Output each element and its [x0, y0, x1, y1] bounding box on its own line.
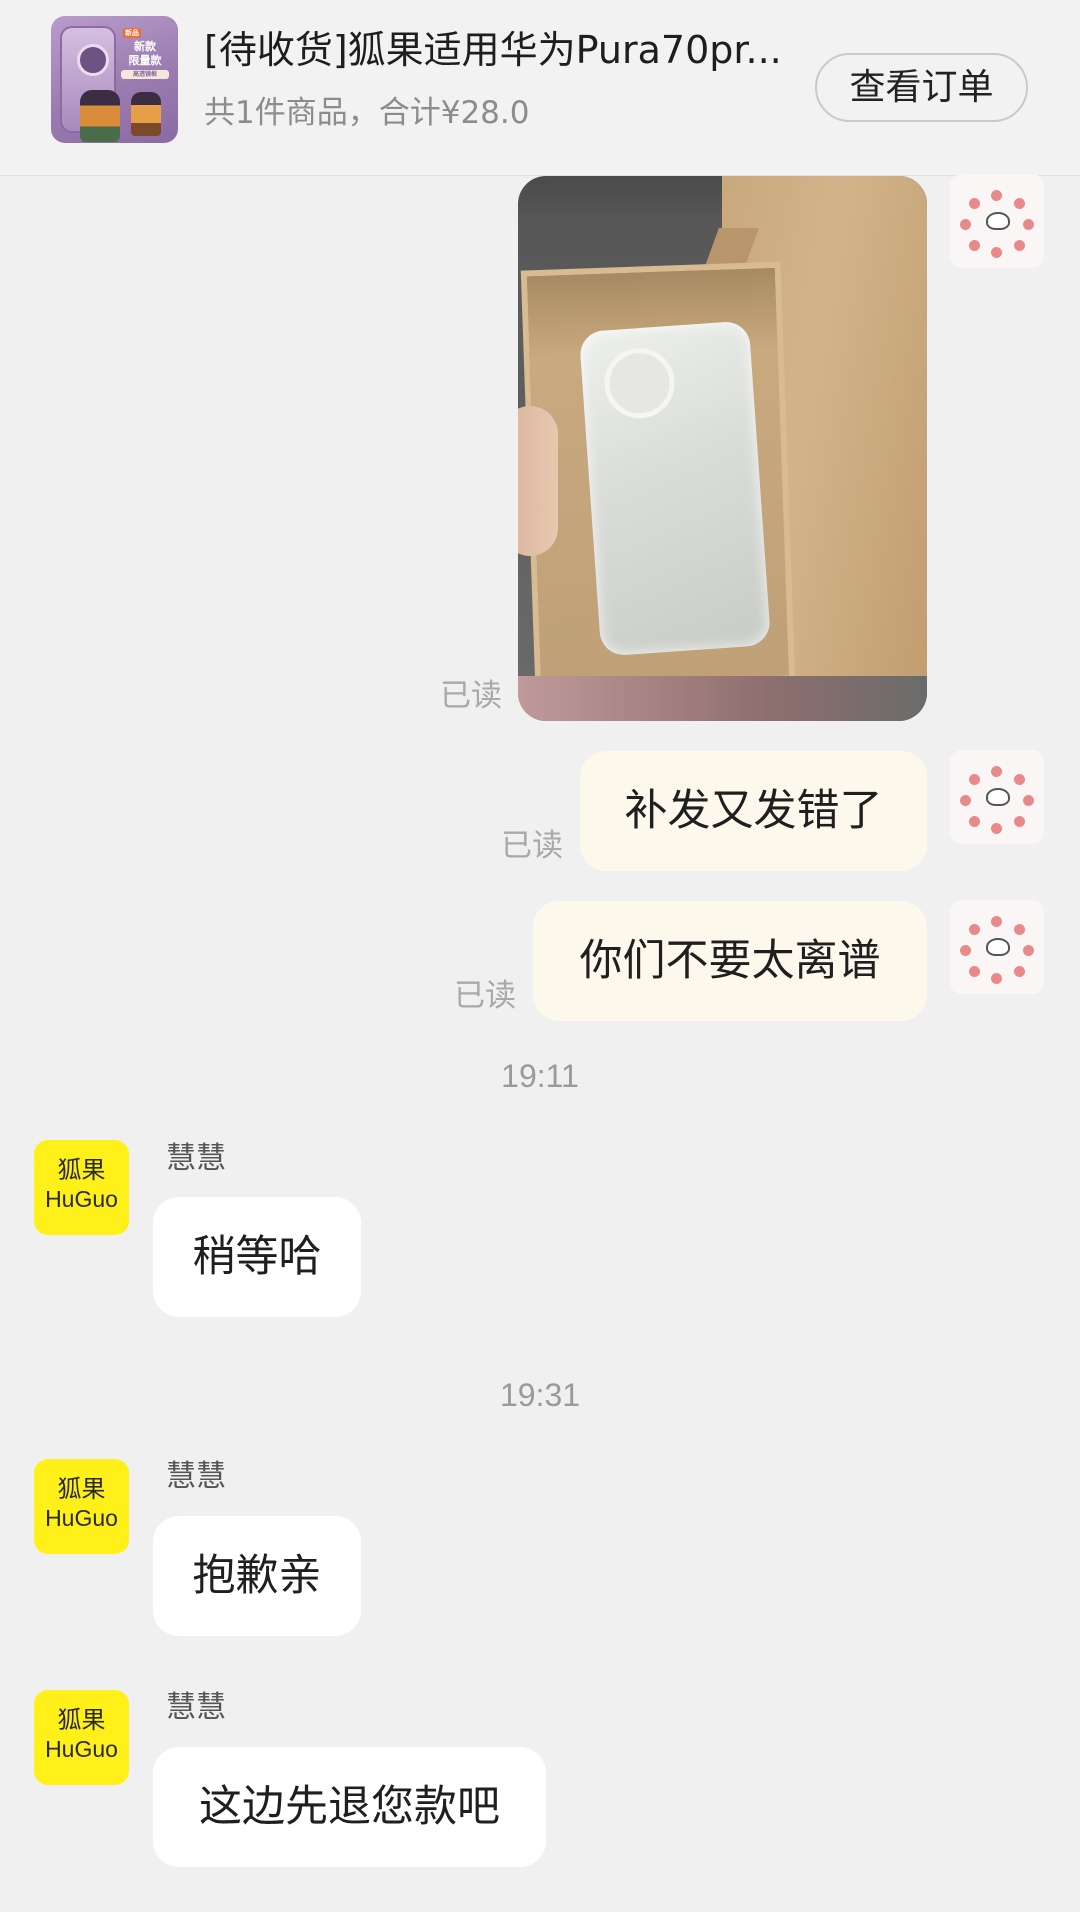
- read-status: 已读: [440, 678, 502, 714]
- avatar-dot: [991, 916, 1002, 927]
- cat-icon: [986, 212, 1010, 230]
- cat-icon: [986, 788, 1010, 806]
- character-graphic-small: [131, 92, 161, 136]
- read-status: 已读: [454, 978, 516, 1014]
- order-header: 新品 新款 限量款 高透镜框 [待收货]狐果适用华为Pura70pr... 共1…: [0, 0, 1080, 176]
- sender-name: 慧慧: [166, 1459, 226, 1494]
- avatar-dot: [969, 966, 980, 977]
- badge-tag: 新品: [123, 28, 141, 38]
- camera-ring-graphic: [77, 44, 109, 76]
- their-message-bubble[interactable]: 这边先退您款吧: [153, 1747, 546, 1867]
- shop-avatar-en: HuGuo: [45, 1736, 118, 1762]
- avatar-dot: [1014, 774, 1025, 785]
- phone-case-graphic: [578, 320, 772, 657]
- avatar-dot: [969, 816, 980, 827]
- shop-avatar[interactable]: 狐果 HuGuo: [34, 1690, 129, 1785]
- shop-avatar-cn: 狐果: [57, 1706, 106, 1734]
- avatar-dot: [969, 774, 980, 785]
- shop-avatar[interactable]: 狐果 HuGuo: [34, 1140, 129, 1235]
- order-title[interactable]: [待收货]狐果适用华为Pura70pr...: [204, 24, 804, 76]
- avatar-dot: [960, 795, 971, 806]
- avatar-dot: [991, 973, 1002, 984]
- shop-avatar-cn: 狐果: [57, 1156, 106, 1184]
- avatar-dot: [969, 198, 980, 209]
- my-message-bubble[interactable]: 补发又发错了: [580, 751, 927, 871]
- view-order-button[interactable]: 查看订单: [815, 53, 1028, 122]
- order-summary: 共1件商品，合计¥28.0: [204, 95, 530, 131]
- sender-name: 慧慧: [166, 1141, 226, 1176]
- avatar-dot: [1014, 198, 1025, 209]
- time-separator: 19:31: [499, 1377, 581, 1413]
- avatar-dot: [969, 924, 980, 935]
- avatar-dot: [960, 219, 971, 230]
- avatar-dot: [1023, 219, 1034, 230]
- avatar-dot: [1014, 240, 1025, 251]
- avatar-dot: [969, 240, 980, 251]
- my-avatar[interactable]: [950, 750, 1044, 844]
- avatar-dot: [991, 823, 1002, 834]
- badge-line-2: 限量款: [128, 54, 162, 67]
- shop-avatar-en: HuGuo: [45, 1505, 118, 1531]
- sender-name: 慧慧: [166, 1690, 226, 1725]
- shop-avatar[interactable]: 狐果 HuGuo: [34, 1459, 129, 1554]
- their-message-bubble[interactable]: 抱歉亲: [153, 1516, 361, 1636]
- product-badge: 新品 新款 限量款 高透镜框: [121, 28, 169, 86]
- shop-avatar-en: HuGuo: [45, 1186, 118, 1212]
- my-avatar[interactable]: [950, 174, 1044, 268]
- avatar-dot: [960, 945, 971, 956]
- avatar-dot: [1014, 816, 1025, 827]
- my-avatar[interactable]: [950, 900, 1044, 994]
- time-separator: 19:11: [501, 1058, 579, 1094]
- finger-graphic: [518, 406, 558, 556]
- avatar-dot: [1023, 795, 1034, 806]
- photo-floor-graphic: [518, 676, 927, 721]
- my-message-bubble[interactable]: 你们不要太离谱: [533, 901, 927, 1021]
- avatar-dot: [1014, 924, 1025, 935]
- avatar-dot: [991, 190, 1002, 201]
- avatar-dot: [1014, 966, 1025, 977]
- avatar-dot: [991, 766, 1002, 777]
- product-thumbnail[interactable]: 新品 新款 限量款 高透镜框: [51, 16, 178, 143]
- avatar-dot: [991, 247, 1002, 258]
- read-status: 已读: [501, 828, 563, 864]
- phone-case-image: [60, 26, 120, 142]
- cat-icon: [986, 938, 1010, 956]
- camera-cutout-graphic: [602, 345, 677, 421]
- their-message-bubble[interactable]: 稍等哈: [153, 1197, 361, 1317]
- badge-sub: 高透镜框: [121, 70, 169, 79]
- photo-message[interactable]: [518, 176, 927, 721]
- avatar-dot: [1023, 945, 1034, 956]
- shop-avatar-cn: 狐果: [57, 1475, 106, 1503]
- character-graphic: [80, 90, 120, 142]
- badge-line-1: 新款: [134, 40, 156, 53]
- chat-message-list[interactable]: 已读 补发又发错了 已读 你们不要太离谱 已读 19:11 狐果 HuGuo 慧…: [0, 174, 1080, 1912]
